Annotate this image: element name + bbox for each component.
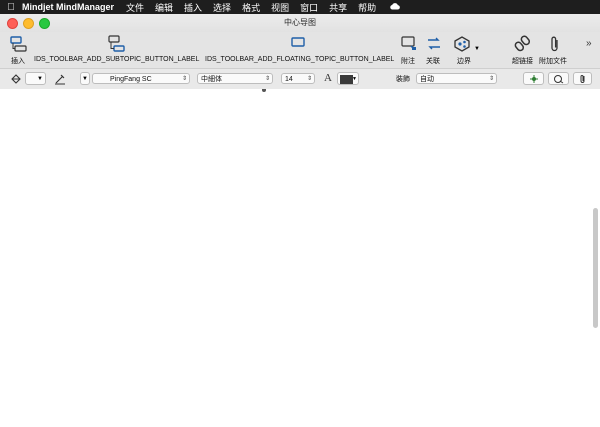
font-style-select[interactable]: 中細体 ⇕: [197, 73, 273, 84]
window-titlebar: 中心导图: [0, 14, 600, 32]
menu-view[interactable]: 视图: [271, 1, 289, 14]
toolbar-overflow-button[interactable]: »: [586, 38, 592, 49]
insert-topic-icon: [10, 36, 27, 52]
line-color-dropdown[interactable]: ▼: [80, 72, 90, 85]
boundary-dropdown-icon[interactable]: ▼: [474, 46, 480, 52]
chevron-down-icon: ▼: [82, 76, 88, 82]
floating-topic-label: IDS_TOOLBAR_ADD_FLOATING_TOPIC_BUTTON_LA…: [205, 56, 395, 63]
hyperlink-button[interactable]: 超链接: [510, 32, 536, 68]
map-canvas[interactable]: [0, 89, 600, 427]
paperclip-icon: [580, 75, 584, 83]
menu-help[interactable]: 帮助: [358, 1, 376, 14]
callout-button[interactable]: [548, 72, 569, 85]
text-color-label-icon: A: [324, 72, 332, 84]
menu-format[interactable]: 格式: [242, 1, 260, 14]
autofit-value: 自动: [420, 76, 434, 83]
attach-file-label: 附加文件: [539, 58, 567, 65]
floating-topic-icon: [291, 37, 305, 47]
apple-icon[interactable]: : [0, 2, 22, 13]
format-style-button[interactable]: [523, 72, 544, 85]
boundary-label: 边界: [457, 58, 471, 65]
app-menu[interactable]: Mindjet MindManager: [22, 2, 114, 12]
updown-icon: ⇕: [306, 76, 312, 82]
menu-select[interactable]: 选择: [213, 1, 231, 14]
fill-color-dropdown[interactable]: ▼: [25, 72, 46, 85]
chevron-down-icon: ▼: [37, 76, 43, 82]
font-style-value: 中細体: [201, 76, 222, 83]
insert-button[interactable]: 插入: [6, 32, 32, 68]
font-family-select[interactable]: PingFang SC ⇕: [92, 73, 190, 84]
subtopic-icon: [108, 35, 125, 52]
relationship-label: 关联: [426, 58, 440, 65]
menu-insert[interactable]: 插入: [184, 1, 202, 14]
boundary-button[interactable]: ▼ 边界: [450, 32, 482, 68]
text-color-swatch: [340, 75, 353, 84]
relationship-button[interactable]: 关联: [422, 32, 446, 68]
chevron-down-icon: ▼: [352, 76, 357, 82]
window-title: 中心导图: [284, 18, 316, 27]
format-bar: ▼ ▼ PingFang SC ⇕ 中細体 ⇕ 14 ⇕ A ▼ 裝飾 自动 ⇕: [0, 68, 600, 90]
autofit-select[interactable]: 自动 ⇕: [416, 73, 497, 84]
font-family-value: PingFang SC: [110, 76, 152, 83]
fill-bucket-icon[interactable]: [10, 73, 22, 85]
font-size-value: 14: [285, 76, 293, 83]
main-toolbar: 插入 IDS_TOOLBAR_ADD_SUBTOPIC_BUTTON_LABEL…: [0, 32, 600, 68]
line-color-icon[interactable]: [54, 73, 66, 85]
menu-share[interactable]: 共享: [329, 1, 347, 14]
menu-window[interactable]: 窗口: [300, 1, 318, 14]
cloud-icon[interactable]: [389, 2, 400, 12]
add-floating-topic-button[interactable]: IDS_TOOLBAR_ADD_FLOATING_TOPIC_BUTTON_LA…: [205, 32, 395, 68]
callout-icon: [554, 75, 564, 84]
updown-icon: ⇕: [264, 76, 270, 82]
menu-edit[interactable]: 编辑: [155, 1, 173, 14]
hyperlink-icon: [514, 35, 530, 52]
subtopic-label: IDS_TOOLBAR_ADD_SUBTOPIC_BUTTON_LABEL: [34, 56, 200, 63]
vertical-scrollbar[interactable]: [593, 208, 598, 328]
insert-label: 插入: [11, 58, 25, 65]
menu-file[interactable]: 文件: [126, 1, 144, 14]
add-subtopic-button[interactable]: IDS_TOOLBAR_ADD_SUBTOPIC_BUTTON_LABEL: [34, 32, 202, 68]
paperclip-icon: [551, 36, 558, 52]
text-color-dropdown[interactable]: ▼: [337, 72, 359, 85]
attach-file-button[interactable]: 附加文件: [538, 32, 572, 68]
note-icon: [401, 36, 416, 50]
updown-icon: ⇕: [181, 76, 187, 82]
autofit-label: 裝飾: [396, 76, 410, 83]
style-icon: [529, 75, 538, 83]
font-size-select[interactable]: 14 ⇕: [281, 73, 315, 84]
note-label: 附注: [401, 58, 415, 65]
relationship-icon: [428, 37, 440, 50]
boundary-icon: [454, 36, 470, 52]
hyperlink-label: 超链接: [512, 58, 533, 65]
attach-format-button[interactable]: [573, 72, 592, 85]
menu-bar:  Mindjet MindManager 文件 编辑 插入 选择 格式 视图 …: [0, 0, 600, 14]
updown-icon: ⇕: [488, 76, 494, 82]
note-button[interactable]: 附注: [398, 32, 420, 68]
